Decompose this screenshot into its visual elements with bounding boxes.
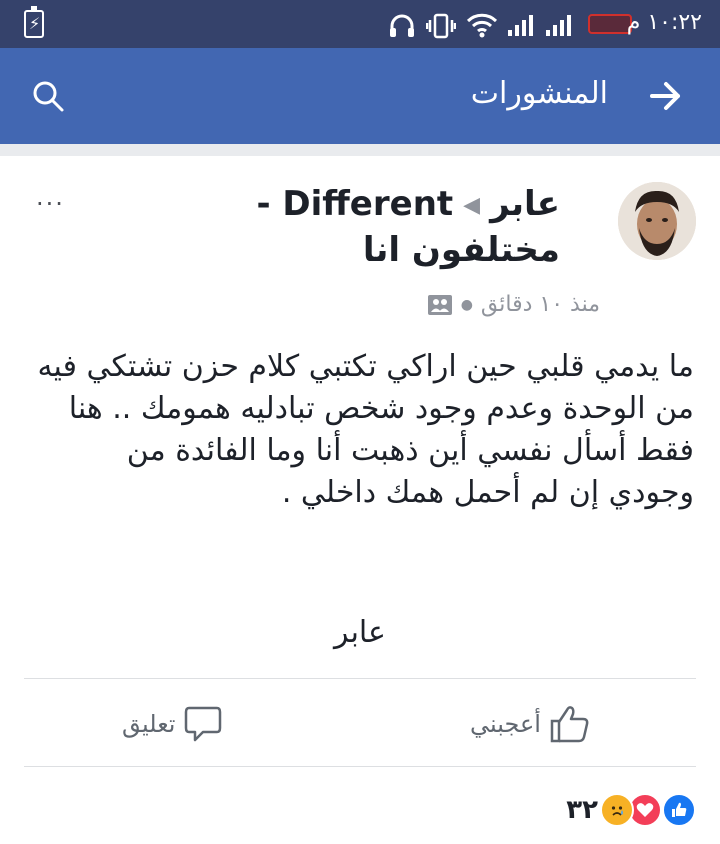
like-button[interactable]: أعجبني xyxy=(470,696,591,752)
app-bar: المنشورات xyxy=(0,48,720,144)
like-reaction-icon xyxy=(662,793,696,827)
separator-dot: ● xyxy=(460,296,473,313)
like-label: أعجبني xyxy=(470,710,541,738)
caret-left-icon: ◀ xyxy=(463,192,481,218)
comment-icon xyxy=(185,706,222,742)
divider xyxy=(24,678,696,679)
reactions-summary[interactable]: ٣٢ xyxy=(560,790,696,830)
wifi-icon xyxy=(466,13,498,38)
status-time: ١٠:٢٢ م xyxy=(626,10,702,35)
status-bar: ⚡ ١٠:٢٢ م xyxy=(0,0,720,48)
avatar[interactable] xyxy=(618,182,696,260)
more-options-button[interactable]: ··· xyxy=(36,190,65,218)
post-time[interactable]: منذ ١٠ دقائق xyxy=(481,292,600,317)
avatar-image xyxy=(618,182,696,260)
reaction-count: ٣٢ xyxy=(566,795,598,825)
signal-icon xyxy=(508,14,534,36)
group-audience-icon xyxy=(427,294,452,315)
sad-reaction-icon xyxy=(600,793,634,827)
post-header: عابر◀Different - مختلفون انا xyxy=(120,182,560,272)
battery-low-icon xyxy=(588,14,632,34)
search-icon[interactable] xyxy=(30,78,66,114)
post-body: ما يدمي قلبي حين اراكي تكتبي كلام حزن تش… xyxy=(37,349,694,510)
signal-icon xyxy=(546,14,572,36)
post-meta: منذ ١٠ دقائق ● xyxy=(427,292,600,317)
post-card: عابر◀Different - مختلفون انا ··· منذ ١٠ … xyxy=(0,156,720,844)
page-title: المنشورات xyxy=(470,76,608,111)
vibrate-icon xyxy=(426,13,456,39)
divider xyxy=(24,766,696,767)
comment-label: تعليق xyxy=(122,710,176,738)
headphones-icon xyxy=(390,14,414,37)
battery-charging-icon: ⚡ xyxy=(24,6,44,38)
author-name[interactable]: عابر xyxy=(490,184,560,224)
thumbs-up-icon xyxy=(550,706,589,743)
arrow-right-icon[interactable] xyxy=(648,78,684,114)
comment-button[interactable]: تعليق xyxy=(122,696,223,752)
post-signature: عابر xyxy=(334,615,386,650)
